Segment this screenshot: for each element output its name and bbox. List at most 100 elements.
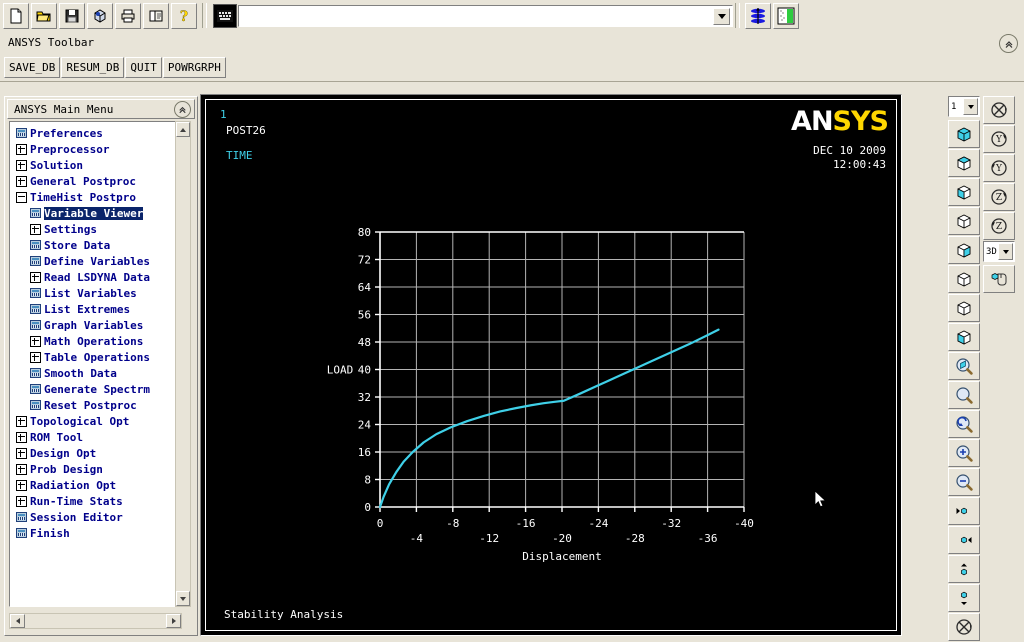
main-menu-tree-frame: Preferences Preprocessor Solution General P… — [9, 121, 182, 607]
menu-item-define-variables[interactable]: Define Variables — [10, 253, 181, 269]
menu-item-smooth-data[interactable]: Smooth Data — [10, 365, 181, 381]
menu-item-settings[interactable]: Settings — [10, 221, 181, 237]
menu-item-list-variables[interactable]: List Variables — [10, 285, 181, 301]
expand-plus-icon[interactable] — [16, 175, 27, 187]
command-history-dropdown-button[interactable] — [713, 7, 730, 25]
sidebar-vertical-scrollbar[interactable] — [175, 121, 191, 607]
top-view-icon[interactable] — [948, 207, 980, 235]
pan-up-icon[interactable] — [948, 555, 980, 583]
menu-item-general-postproc[interactable]: General Postproc — [10, 173, 181, 189]
scroll-up-button[interactable] — [176, 122, 190, 137]
pan-down-icon[interactable] — [948, 584, 980, 612]
zoom-in-icon[interactable] — [948, 439, 980, 467]
back-view-icon[interactable] — [948, 323, 980, 351]
pages-icon[interactable] — [143, 2, 169, 29]
menu-item-label: Design Opt — [30, 446, 97, 460]
menu-item-store-data[interactable]: Store Data — [10, 237, 181, 253]
left-view-icon[interactable] — [948, 236, 980, 264]
help-question-icon[interactable]: ? — [171, 2, 197, 29]
expand-plus-icon[interactable] — [30, 223, 41, 235]
pan-right-icon[interactable] — [948, 526, 980, 554]
menu-item-math-operations[interactable]: Math Operations — [10, 333, 181, 349]
quit-button[interactable]: QUIT — [125, 56, 162, 78]
expand-plus-icon[interactable] — [16, 415, 27, 427]
mouse-dynamic-icon[interactable] — [983, 265, 1015, 293]
expand-plus-icon[interactable] — [16, 431, 27, 443]
menu-item-preprocessor[interactable]: Preprocessor — [10, 141, 181, 157]
chevron-up-circle-icon[interactable] — [174, 101, 191, 118]
menu-item-preferences[interactable]: Preferences — [10, 125, 181, 141]
printer-icon[interactable] — [115, 2, 141, 29]
rotate-z-up-icon[interactable]: Z — [983, 183, 1015, 211]
menu-item-read-lsdyna-data[interactable]: Read LSDYNA Data — [10, 269, 181, 285]
menu-item-reset-postproc[interactable]: Reset Postproc — [10, 397, 181, 413]
pan-zoom-rotate-icon[interactable] — [745, 2, 771, 29]
rotate-y-up-icon[interactable]: Y — [983, 125, 1015, 153]
expand-plus-icon[interactable] — [16, 447, 27, 459]
new-file-icon[interactable] — [3, 2, 29, 29]
dynamic-mode-select[interactable]: 3D — [983, 241, 1015, 262]
cube-report-icon[interactable] — [87, 2, 113, 29]
chevron-down-icon[interactable] — [963, 98, 978, 115]
scroll-down-button[interactable] — [176, 591, 190, 606]
rotate-z-down-icon[interactable]: Z — [983, 212, 1015, 240]
fit-view-icon[interactable] — [948, 613, 980, 641]
resum-db-button[interactable]: RESUM_DB — [61, 56, 125, 78]
save-db-button[interactable]: SAVE_DB — [4, 56, 61, 78]
sidebar-horizontal-scrollbar[interactable] — [9, 613, 182, 629]
menu-item-variable-viewer[interactable]: Variable Viewer — [10, 205, 181, 221]
expand-plus-icon[interactable] — [16, 159, 27, 171]
zoom-window-icon[interactable] — [948, 381, 980, 409]
bottom-view-icon[interactable] — [948, 294, 980, 322]
zoom-back-icon[interactable] — [948, 410, 980, 438]
menu-item-solution[interactable]: Solution — [10, 157, 181, 173]
menu-item-list-extremes[interactable]: List Extremes — [10, 301, 181, 317]
save-disk-icon[interactable] — [59, 2, 85, 29]
pan-left-icon[interactable] — [948, 497, 980, 525]
menu-item-graph-variables[interactable]: Graph Variables — [10, 317, 181, 333]
window-number-select[interactable]: 1 — [948, 96, 980, 117]
expand-plus-icon[interactable] — [16, 479, 27, 491]
menu-item-prob-design[interactable]: Prob Design — [10, 461, 181, 477]
graphics-window[interactable]: 1 POST26 TIME ANSYS DEC 10 2009 12:00:43… — [205, 99, 897, 631]
expand-plus-icon[interactable] — [30, 335, 41, 347]
y-axis-tick-label: 32 — [358, 391, 371, 404]
menu-item-topological-opt[interactable]: Topological Opt — [10, 413, 181, 429]
open-folder-icon[interactable] — [31, 2, 57, 29]
scroll-right-button[interactable] — [166, 614, 181, 628]
keyboard-icon[interactable] — [213, 3, 237, 28]
x-axis-tick-label: 0 — [377, 517, 384, 530]
expand-plus-icon[interactable] — [30, 351, 41, 363]
menu-item-table-operations[interactable]: Table Operations — [10, 349, 181, 365]
command-input-group — [213, 3, 733, 28]
menu-item-design-opt[interactable]: Design Opt — [10, 445, 181, 461]
chevron-up-circle-icon[interactable] — [999, 34, 1018, 53]
y-axis-tick-label: 40 — [358, 364, 371, 377]
zoom-out-icon[interactable] — [948, 468, 980, 496]
command-input[interactable] — [242, 6, 706, 25]
chevron-down-icon[interactable] — [998, 243, 1013, 260]
command-input-box[interactable] — [238, 4, 733, 27]
expand-plus-icon[interactable] — [16, 143, 27, 155]
menu-item-session-editor[interactable]: Session Editor — [10, 509, 181, 525]
menu-item-generate-spectrm[interactable]: Generate Spectrm — [10, 381, 181, 397]
front-view-icon[interactable] — [948, 178, 980, 206]
rotate-y-down-icon[interactable]: Y — [983, 154, 1015, 182]
scroll-left-button[interactable] — [10, 614, 25, 628]
expand-plus-icon[interactable] — [16, 463, 27, 475]
menu-item-radiation-opt[interactable]: Radiation Opt — [10, 477, 181, 493]
menu-item-timehist-postpro[interactable]: TimeHist Postpro — [10, 189, 181, 205]
menu-item-run-time-stats[interactable]: Run-Time Stats — [10, 493, 181, 509]
right-view-icon[interactable] — [948, 265, 980, 293]
expand-plus-icon[interactable] — [16, 495, 27, 507]
powrgrph-button[interactable]: POWRGRPH — [162, 56, 226, 78]
expand-plus-icon[interactable] — [30, 271, 41, 283]
oblique-view-icon[interactable] — [948, 149, 980, 177]
collapse-minus-icon[interactable] — [16, 191, 27, 203]
menu-item-finish[interactable]: Finish — [10, 525, 181, 541]
menu-item-rom-tool[interactable]: ROM Tool — [10, 429, 181, 445]
contour-plot-icon[interactable] — [773, 2, 799, 29]
rotate-reset-icon[interactable] — [983, 96, 1015, 124]
zoom-box-icon[interactable] — [948, 352, 980, 380]
isometric-view-icon[interactable] — [948, 120, 980, 148]
